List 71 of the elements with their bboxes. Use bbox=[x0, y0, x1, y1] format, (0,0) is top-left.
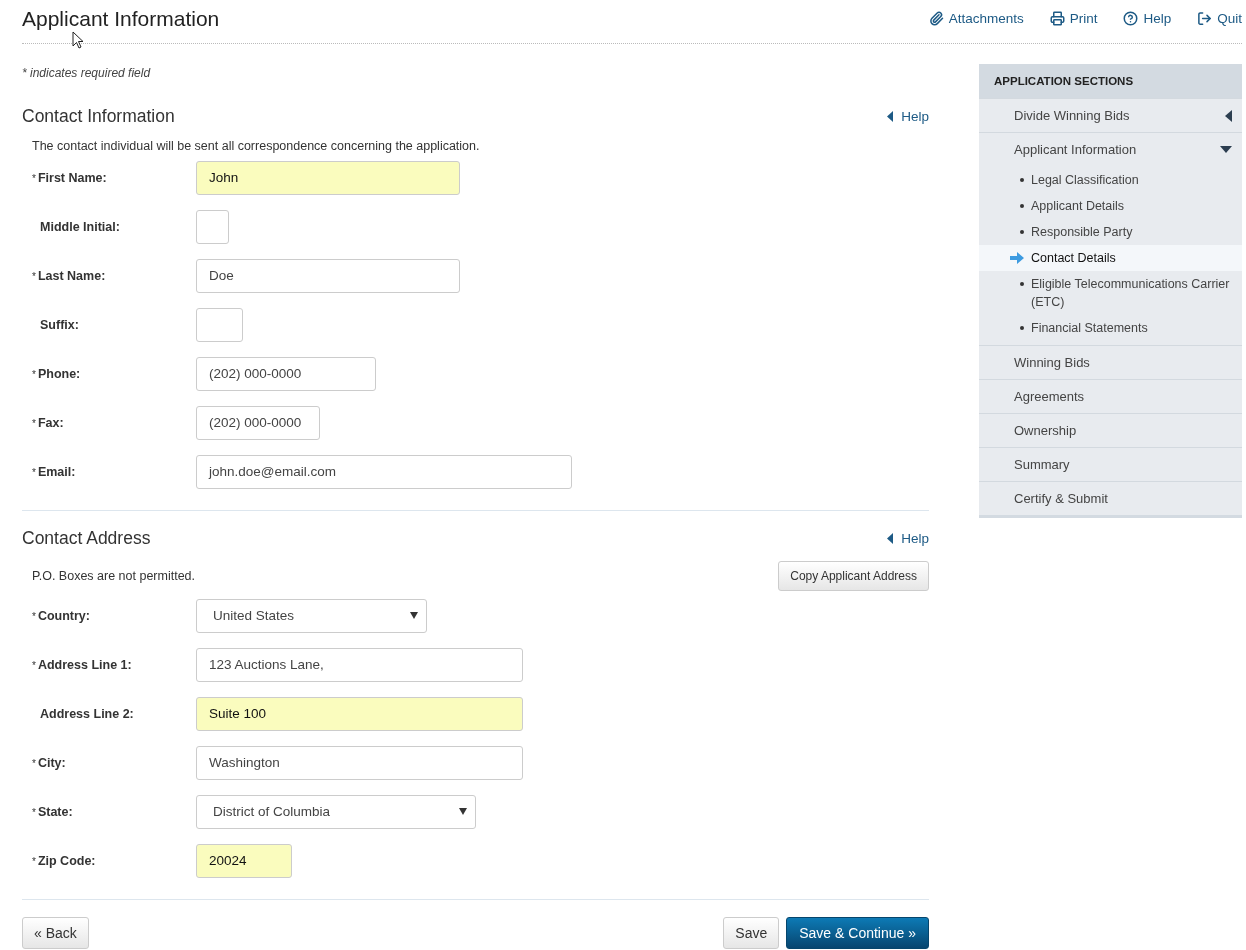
field-label: Middle Initial: bbox=[39, 219, 121, 234]
sidebar-subitem[interactable]: Contact Details bbox=[979, 245, 1242, 271]
dropdown-caret-icon bbox=[459, 808, 467, 815]
input-field[interactable]: (202) 000-0000 bbox=[196, 356, 376, 391]
header-link[interactable]: Help bbox=[1123, 11, 1172, 26]
select-field[interactable]: District of Columbia bbox=[196, 794, 476, 829]
input-field[interactable] bbox=[196, 209, 229, 244]
field-label: * State: bbox=[32, 804, 74, 819]
section-note: P.O. Boxes are not permitted. bbox=[32, 569, 196, 583]
bullet-icon bbox=[1020, 326, 1024, 330]
input-field[interactable] bbox=[196, 307, 243, 342]
sidebar-item[interactable]: Agreements bbox=[979, 380, 1242, 413]
input-field[interactable]: (202) 000-0000 bbox=[196, 405, 320, 440]
field-label: * Country: bbox=[32, 608, 91, 623]
input-field[interactable]: 20024 bbox=[196, 843, 292, 878]
paperclip-icon bbox=[928, 11, 944, 26]
sidebar-item[interactable]: Summary bbox=[979, 448, 1242, 481]
input-field[interactable]: Doe bbox=[196, 258, 460, 293]
sidebar-subitem[interactable]: Responsible Party bbox=[979, 219, 1242, 245]
field-label: * Fax: bbox=[32, 415, 65, 430]
header-link[interactable]: Attachments bbox=[928, 11, 1024, 26]
section-note: The contact individual will be sent all correspondence concerning the application. bbox=[32, 139, 480, 153]
copy-address-button[interactable]: Copy Applicant Address bbox=[778, 561, 929, 591]
caret-left-icon bbox=[887, 111, 894, 122]
caret-left-icon bbox=[887, 533, 894, 544]
sidebar-item[interactable]: Applicant Information bbox=[979, 133, 1242, 166]
sidebar-item[interactable]: Winning Bids bbox=[979, 346, 1242, 379]
field-label: * Email: bbox=[32, 464, 77, 479]
sidebar-item[interactable]: Ownership bbox=[979, 414, 1242, 447]
input-field[interactable]: john.doe@email.com bbox=[196, 454, 572, 489]
field-label: Address Line 2: bbox=[39, 706, 135, 721]
bullet-icon bbox=[1020, 282, 1024, 286]
sidebar-subitem[interactable]: Legal Classification bbox=[979, 167, 1242, 193]
help-link[interactable]: Help bbox=[887, 109, 929, 124]
input-field[interactable]: Washington bbox=[196, 745, 523, 780]
arrow-right-icon bbox=[1010, 252, 1024, 264]
sidebar-subitem[interactable]: Eligible Telecommunications Carrier (ETC) bbox=[979, 271, 1242, 315]
bullet-icon bbox=[1020, 178, 1024, 182]
input-field[interactable]: Suite 100 bbox=[196, 696, 523, 731]
field-label: * City: bbox=[32, 755, 67, 770]
logout-icon bbox=[1197, 11, 1213, 26]
page-title: Applicant Information bbox=[22, 6, 220, 32]
sidebar-item[interactable]: Certify & Submit bbox=[979, 482, 1242, 515]
header-link[interactable]: Print bbox=[1049, 11, 1098, 26]
header-link[interactable]: Quit bbox=[1197, 11, 1242, 26]
save-button[interactable]: Save bbox=[723, 917, 780, 949]
mouse-pointer-icon bbox=[72, 31, 84, 49]
select-field[interactable]: United States bbox=[196, 598, 427, 633]
sidebar-item[interactable]: Divide Winning Bids bbox=[979, 99, 1242, 132]
help-link[interactable]: Help bbox=[887, 531, 929, 546]
field-label: * Zip Code: bbox=[32, 853, 97, 868]
section-title: Contact Address bbox=[22, 528, 151, 549]
field-label: * Last Name: bbox=[32, 268, 107, 283]
sidebar-subitem[interactable]: Financial Statements bbox=[979, 315, 1242, 341]
field-label: * Address Line 1: bbox=[32, 657, 133, 672]
back-button[interactable]: « Back bbox=[22, 917, 89, 949]
sidebar-subitem[interactable]: Applicant Details bbox=[979, 193, 1242, 219]
bullet-icon bbox=[1020, 230, 1024, 234]
dropdown-caret-icon bbox=[410, 612, 418, 619]
field-label: * Phone: bbox=[32, 366, 82, 381]
sidebar-title: APPLICATION SECTIONS bbox=[979, 64, 1242, 98]
help-icon bbox=[1123, 11, 1139, 26]
required-note: * indicates required field bbox=[22, 66, 152, 80]
field-label: * First Name: bbox=[32, 170, 108, 185]
printer-icon bbox=[1049, 11, 1065, 26]
input-field[interactable]: 123 Auctions Lane, bbox=[196, 647, 523, 682]
input-field[interactable]: John bbox=[196, 160, 460, 195]
section-title: Contact Information bbox=[22, 106, 175, 127]
save-continue-button[interactable]: Save & Continue » bbox=[786, 917, 929, 949]
bullet-icon bbox=[1020, 204, 1024, 208]
field-label: Suffix: bbox=[39, 317, 80, 332]
